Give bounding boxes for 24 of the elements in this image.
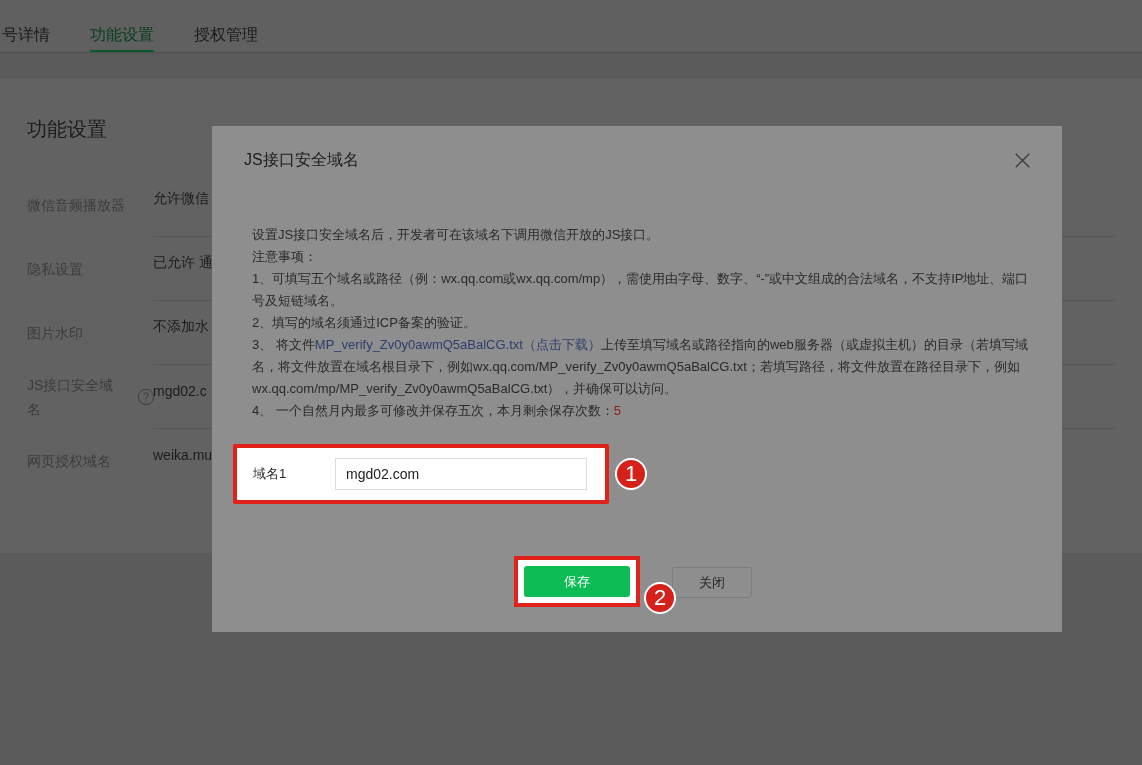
setting-value: weika.mu (153, 446, 213, 463)
field-label: 域名1 (253, 465, 288, 483)
close-icon[interactable] (1014, 152, 1031, 169)
save-button[interactable]: 保存 (524, 566, 630, 597)
setting-value: mgd02.c (153, 382, 207, 399)
help-icon[interactable] (137, 388, 155, 406)
close-button[interactable]: 关闭 (672, 567, 752, 598)
dialog-title: JS接口安全域名 (244, 150, 359, 170)
download-link[interactable]: MP_verify_Zv0y0awmQ5aBalCG.txt（点击下载） (314, 337, 601, 352)
tab[interactable]: 授权管理 (194, 0, 258, 52)
setting-value: 允许微信 (153, 189, 209, 208)
note-text: 2、填写的域名须通过ICP备案的验证。 (252, 314, 477, 332)
step-badge: 1 (615, 458, 647, 490)
panel-title: 功能设置 (27, 117, 108, 142)
domain-input[interactable]: mgd02.com (335, 458, 587, 490)
note-text: 1、可填写五个域名或路径（例：wx.qq.com或wx.qq.com/mp），需使用由字母、数字、“-”或中文组成的合法域名，不支持IP地址、端口号及短链域名。 (252, 270, 1030, 310)
intro-text: 设置JS接口安全域名后，开发者可在该域名下调用微信开放的JS接口。 (252, 226, 661, 244)
step-badge: 2 (644, 582, 676, 614)
tab[interactable]: 功能设置 (90, 0, 154, 52)
setting-value: 不添加水 (153, 317, 209, 336)
note-text: 3、 将文件MP_verify_Zv0y0awmQ5aBalCG.txt（点击下载）上传至填写域名或路径指向的web服务器（或虚拟主机）的目录（若填写域名，将文件放置在域名根目录下，例如wx.qq.com/MP_verify_Zv0y0awmQ5aBalCG.txt；若填写路径，将文件放置在路径目录下，例如wx.qq.com/mp/MP_verify_Zv0y0awmQ5aBalCG.txt），并确保可以访问。 (252, 336, 1029, 398)
tab[interactable]: 号详情 (2, 0, 50, 52)
setting-value: 已允许 通 (153, 253, 213, 272)
notes-heading: 注意事项： (252, 248, 318, 266)
